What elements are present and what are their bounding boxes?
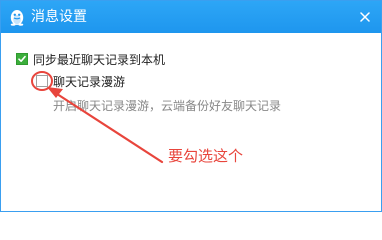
- chat-roaming-description: 开启聊天记录漫游，云端备份好友聊天记录: [53, 99, 282, 113]
- close-icon: [360, 12, 370, 22]
- close-button[interactable]: [349, 1, 381, 33]
- window-title: 消息设置: [31, 9, 87, 25]
- message-settings-dialog: 消息设置 同步最近聊天记录到本机 聊天记录漫游 开启聊天记录漫游，云端备份好友聊…: [0, 0, 382, 212]
- title-bar[interactable]: 消息设置: [1, 1, 381, 33]
- chat-roaming-label: 聊天记录漫游: [53, 75, 126, 89]
- checkmark-icon: [18, 55, 26, 62]
- annotation-text: 要勾选这个: [168, 147, 244, 165]
- chat-roaming-checkbox[interactable]: [36, 75, 48, 87]
- sync-recent-checkbox[interactable]: [16, 53, 28, 65]
- sync-recent-label: 同步最近聊天记录到本机: [33, 53, 166, 67]
- settings-content: 同步最近聊天记录到本机 聊天记录漫游 开启聊天记录漫游，云端备份好友聊天记录: [1, 33, 381, 211]
- qq-penguin-icon: [7, 7, 27, 27]
